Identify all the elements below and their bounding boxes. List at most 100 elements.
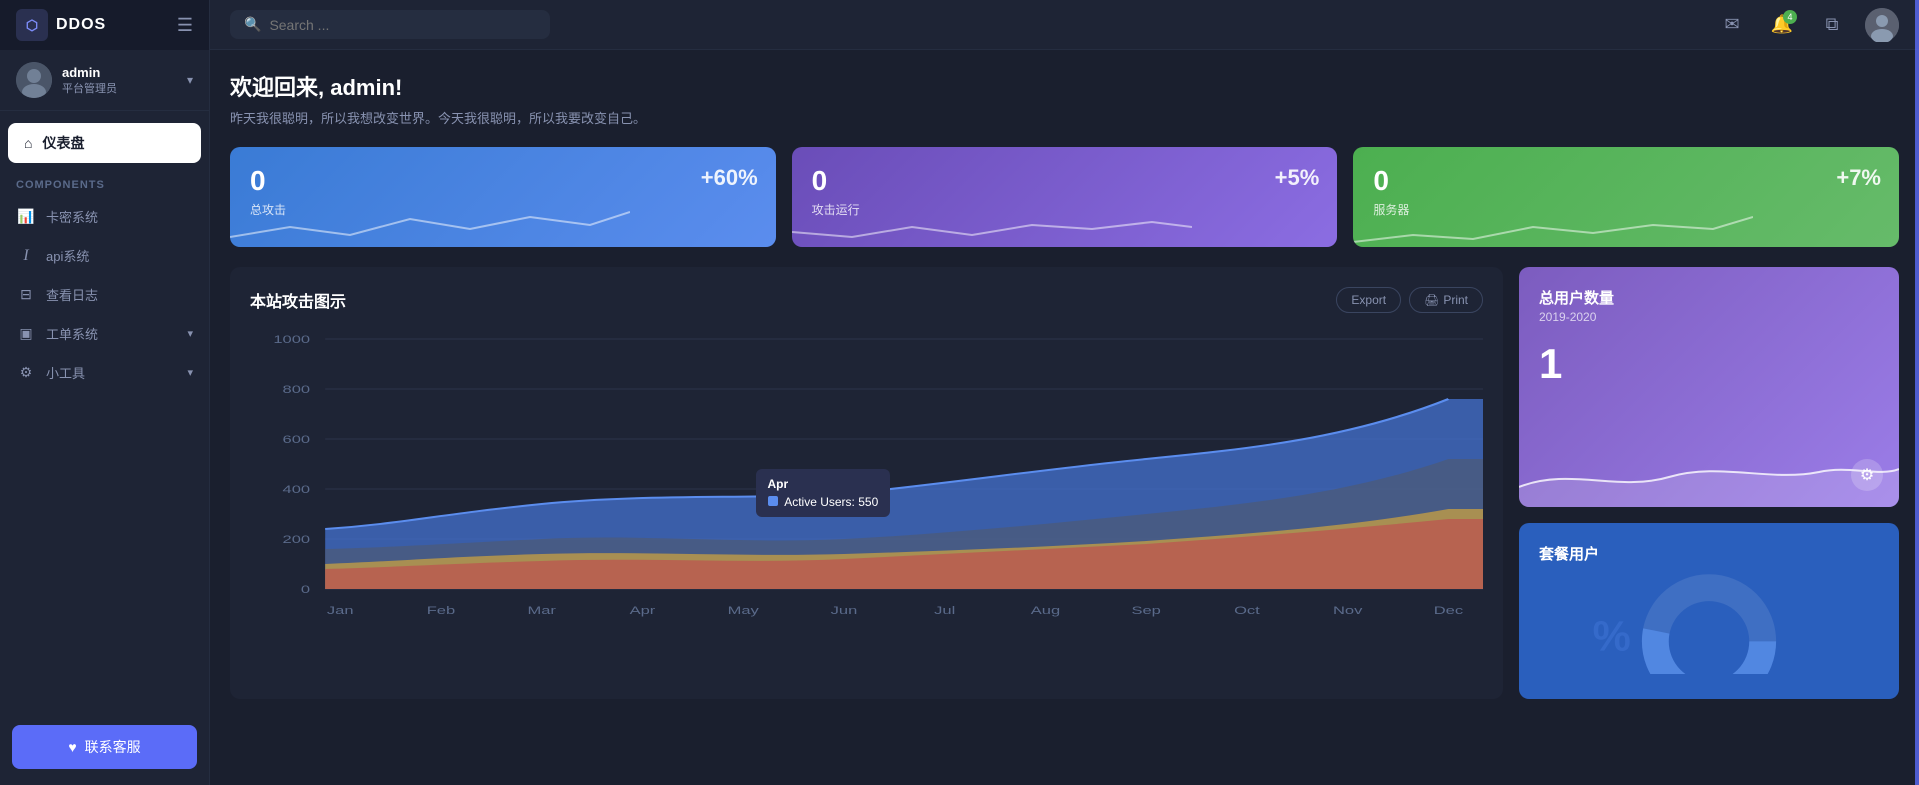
svg-text:Jul: Jul xyxy=(934,604,955,617)
stat-card-total-attacks: 0 总攻击 +60% xyxy=(230,147,776,247)
svg-text:%: % xyxy=(1593,612,1631,660)
area-chart-svg: 1000 800 600 400 200 0 Jan Feb Mar Apr M… xyxy=(250,329,1483,639)
welcome-subtitle: 昨天我很聪明，所以我想改变世界。今天我很聪明，所以我要改变自己。 xyxy=(230,108,1899,127)
svg-text:600: 600 xyxy=(283,433,311,446)
user-section: admin 平台管理员 ▾ xyxy=(0,50,209,111)
gear-button[interactable]: ⚙ xyxy=(1851,459,1883,491)
bell-icon[interactable]: 🔔 4 xyxy=(1765,8,1799,42)
log-icon: ⊟ xyxy=(16,286,36,303)
stat-card-servers: 0 服务器 +7% xyxy=(1353,147,1899,247)
nav-label: 查看日志 xyxy=(46,285,98,304)
svg-text:Dec: Dec xyxy=(1434,604,1463,617)
stats-row: 0 总攻击 +60% 0 攻击运行 +5% 0 服务器 +7% xyxy=(230,147,1899,247)
tools-icon: ⚙ xyxy=(16,364,36,381)
svg-text:400: 400 xyxy=(283,483,311,496)
total-users-title: 总用户数量 xyxy=(1539,287,1879,308)
export-button[interactable]: Export xyxy=(1336,287,1401,313)
stat-card-active-attacks: 0 攻击运行 +5% xyxy=(792,147,1338,247)
stat-number: 0 xyxy=(1373,165,1879,197)
nav-label: 卡密系统 xyxy=(46,207,98,226)
components-label: COMPONENTS xyxy=(0,167,209,197)
logo-area: ⬡ DDOS xyxy=(16,9,106,41)
wave-chart xyxy=(230,207,630,247)
user-name: admin xyxy=(62,65,177,80)
sidebar-item-api-system[interactable]: I api系统 xyxy=(0,236,209,275)
avatar xyxy=(16,62,52,98)
nav-label: api系统 xyxy=(46,246,89,265)
sidebar-item-card-system[interactable]: 📊 卡密系统 xyxy=(0,197,209,236)
contact-button[interactable]: ♥ 联系客服 xyxy=(12,725,197,769)
sidebar: ⬡ DDOS ☰ admin 平台管理员 ▾ ⌂ 仪表盘 COMPONENTS … xyxy=(0,0,210,785)
package-title: 套餐用户 xyxy=(1539,543,1879,564)
svg-text:Jun: Jun xyxy=(831,604,858,617)
svg-text:Sep: Sep xyxy=(1131,604,1161,617)
nav-section: ⌂ 仪表盘 COMPONENTS 📊 卡密系统 I api系统 ⊟ 查看日志 ▣… xyxy=(0,111,209,400)
chart-icon: 📊 xyxy=(16,208,36,225)
svg-text:Oct: Oct xyxy=(1234,604,1260,617)
total-users-count: 1 xyxy=(1539,340,1879,388)
logo-text: DDOS xyxy=(56,16,106,34)
main-content: 🔍 ✉ 🔔 4 ⧉ 欢迎回来, admin! 昨天我很聪明，所以我想改变 xyxy=(210,0,1919,785)
user-avatar-topbar[interactable] xyxy=(1865,8,1899,42)
search-input[interactable] xyxy=(269,17,536,33)
notification-badge: 4 xyxy=(1783,10,1797,24)
sidebar-item-logs[interactable]: ⊟ 查看日志 xyxy=(0,275,209,314)
svg-text:Feb: Feb xyxy=(427,604,456,617)
topbar-right: ✉ 🔔 4 ⧉ xyxy=(1715,8,1899,42)
page-content: 欢迎回来, admin! 昨天我很聪明，所以我想改变世界。今天我很聪明，所以我要… xyxy=(210,50,1919,785)
dashboard-label: 仪表盘 xyxy=(42,133,84,153)
users-wave-chart xyxy=(1519,427,1899,507)
svg-text:200: 200 xyxy=(283,533,311,546)
ticket-icon: ▣ xyxy=(16,325,36,342)
svg-text:800: 800 xyxy=(283,383,311,396)
search-icon: 🔍 xyxy=(244,16,261,33)
chevron-down-icon: ▾ xyxy=(187,366,193,379)
total-users-subtitle: 2019-2020 xyxy=(1539,310,1879,324)
printer-icon: 🖨 xyxy=(1424,293,1439,307)
svg-text:Jan: Jan xyxy=(327,604,354,617)
wave-chart xyxy=(792,207,1192,247)
print-button[interactable]: 🖨 Print xyxy=(1409,287,1483,313)
svg-text:1000: 1000 xyxy=(273,333,310,346)
sidebar-item-tools[interactable]: ⚙ 小工具 ▾ xyxy=(0,353,209,392)
stat-number: 0 xyxy=(812,165,1318,197)
heart-icon: ♥ xyxy=(68,739,76,755)
layers-icon[interactable]: ⧉ xyxy=(1815,8,1849,42)
svg-text:Mar: Mar xyxy=(527,604,556,617)
package-card: 套餐用户 % xyxy=(1519,523,1899,699)
stat-number: 0 xyxy=(250,165,756,197)
print-label: Print xyxy=(1443,293,1468,307)
nav-label: 工单系统 xyxy=(46,324,98,343)
svg-text:Aug: Aug xyxy=(1031,604,1060,617)
contact-label: 联系客服 xyxy=(85,737,141,757)
total-users-card: 总用户数量 2019-2020 1 ⚙ xyxy=(1519,267,1899,507)
search-box[interactable]: 🔍 xyxy=(230,10,550,39)
svg-text:Apr: Apr xyxy=(630,604,656,617)
user-info: admin 平台管理员 xyxy=(62,65,177,96)
user-role: 平台管理员 xyxy=(62,80,177,96)
scrollbar-indicator xyxy=(1915,0,1919,785)
chart-area: 1000 800 600 400 200 0 Jan Feb Mar Apr M… xyxy=(250,329,1483,639)
svg-text:Nov: Nov xyxy=(1333,604,1362,617)
mail-icon[interactable]: ✉ xyxy=(1715,8,1749,42)
api-icon: I xyxy=(16,247,36,265)
chart-actions: Export 🖨 Print xyxy=(1336,287,1483,313)
topbar: 🔍 ✉ 🔔 4 ⧉ xyxy=(210,0,1919,50)
sidebar-item-tickets[interactable]: ▣ 工单系统 ▾ xyxy=(0,314,209,353)
logo-icon: ⬡ xyxy=(16,9,48,41)
wave-chart xyxy=(1353,207,1753,247)
home-icon: ⌂ xyxy=(24,135,32,151)
chevron-down-icon: ▾ xyxy=(187,327,193,340)
hamburger-icon[interactable]: ☰ xyxy=(177,15,193,36)
sidebar-item-dashboard[interactable]: ⌂ 仪表盘 xyxy=(8,123,201,163)
chart-card: 本站攻击图示 Export 🖨 Print xyxy=(230,267,1503,699)
stat-percent: +5% xyxy=(1275,165,1320,191)
chart-header: 本站攻击图示 Export 🖨 Print xyxy=(250,287,1483,313)
svg-text:0: 0 xyxy=(301,583,310,596)
user-dropdown-icon[interactable]: ▾ xyxy=(187,73,193,87)
export-label: Export xyxy=(1351,293,1386,307)
right-panel: 总用户数量 2019-2020 1 ⚙ 套餐用户 xyxy=(1519,267,1899,699)
welcome-title: 欢迎回来, admin! xyxy=(230,70,1899,102)
nav-label: 小工具 xyxy=(46,363,85,382)
sidebar-header: ⬡ DDOS ☰ xyxy=(0,0,209,50)
